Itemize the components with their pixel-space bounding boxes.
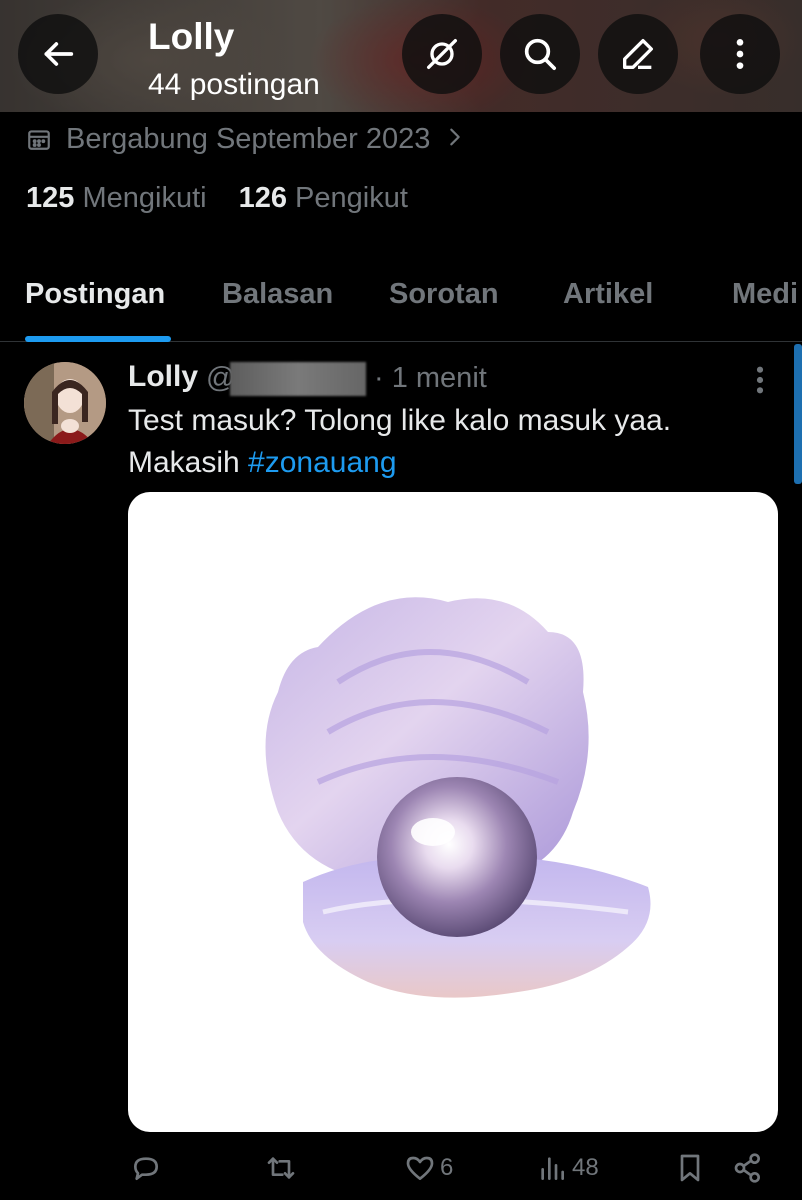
chevron-right-icon: [444, 123, 466, 156]
profile-page: Lolly 44 postingan Bergabung September 2…: [0, 0, 802, 1200]
reply-button[interactable]: [130, 1152, 162, 1184]
hashtag-link[interactable]: #zonauang: [248, 446, 396, 479]
profile-tabs: Postingan Balasan Sorotan Artikel Medi: [0, 260, 802, 342]
views-button[interactable]: 48: [536, 1152, 599, 1184]
tweet-author-name[interactable]: Lolly: [128, 360, 198, 394]
calendar-icon: [28, 130, 50, 150]
avatar[interactable]: [24, 362, 106, 444]
tweet-more-button[interactable]: [744, 362, 776, 398]
redacted-handle: [230, 362, 366, 396]
tweet-media-image[interactable]: [128, 492, 778, 1132]
tab-artikel[interactable]: Artikel: [563, 278, 653, 311]
back-button[interactable]: [18, 14, 98, 94]
spaces-button[interactable]: [402, 14, 482, 94]
tab-balasan[interactable]: Balasan: [222, 278, 333, 311]
follow-stats: 125 Mengikuti 126 Pengikut: [26, 182, 408, 215]
tab-media[interactable]: Medi: [732, 278, 798, 311]
like-button[interactable]: 6: [404, 1152, 453, 1184]
joined-date[interactable]: Bergabung September 2023: [26, 120, 466, 158]
avatar-photo: [24, 362, 106, 444]
bookmark-icon: [680, 1154, 700, 1182]
edit-icon: [623, 39, 653, 70]
view-count: 48: [572, 1154, 599, 1181]
following-count: 125: [26, 182, 75, 214]
scrollbar[interactable]: [794, 344, 802, 484]
profile-header-banner: [0, 0, 802, 112]
post-count: 44 postingan: [148, 68, 320, 101]
share-icon: [734, 1153, 760, 1183]
reply-icon: [134, 1157, 158, 1180]
search-icon: [524, 38, 556, 70]
like-count: 6: [440, 1154, 454, 1181]
active-tab-indicator: [25, 336, 171, 342]
tweet-body: Test masuk? Tolong like kalo masuk yaa. …: [128, 404, 672, 479]
following-label: Mengikuti: [82, 182, 207, 214]
repost-button[interactable]: [265, 1152, 297, 1184]
followers-label: Pengikut: [295, 182, 408, 214]
tweet-timestamp[interactable]: · 1 menit: [374, 362, 487, 395]
share-button[interactable]: [732, 1152, 764, 1184]
bar-chart-icon: [541, 1157, 564, 1180]
tweet-actions: 6 48: [0, 1146, 802, 1192]
heart-icon: [406, 1156, 434, 1180]
followers-link[interactable]: 126 Pengikut: [239, 182, 408, 215]
edit-profile-button[interactable]: [598, 14, 678, 94]
bookmark-button[interactable]: [674, 1152, 706, 1184]
more-vertical-icon: [736, 39, 744, 69]
tab-sorotan[interactable]: Sorotan: [389, 278, 499, 311]
search-button[interactable]: [500, 14, 580, 94]
arrow-left-icon: [44, 42, 74, 66]
joined-label: Bergabung September 2023: [66, 122, 431, 155]
more-options-button[interactable]: [700, 14, 780, 94]
pearl-shell-illustration: [265, 597, 651, 998]
tab-postingan[interactable]: Postingan: [25, 278, 165, 311]
tweet-text: Test masuk? Tolong like kalo masuk yaa. …: [128, 400, 778, 484]
followers-count: 126: [238, 182, 287, 214]
spaces-off-icon: [427, 39, 457, 70]
repost-icon: [267, 1157, 295, 1179]
more-vertical-icon: [756, 366, 764, 394]
header-title: Lolly: [148, 16, 235, 57]
following-link[interactable]: 125 Mengikuti: [26, 182, 207, 215]
